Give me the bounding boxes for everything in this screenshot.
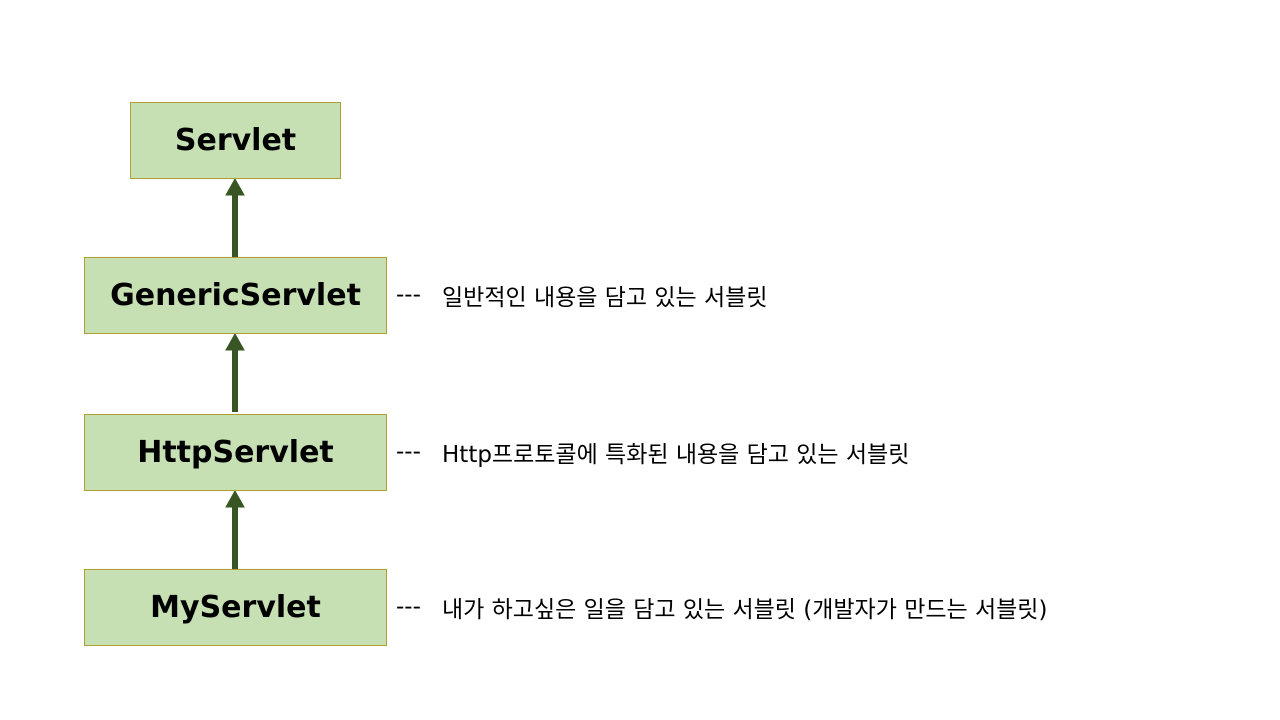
servlet-box: Servlet [130, 102, 341, 179]
generic-servlet-description: --- 일반적인 내용을 담고 있는 서블릿 [396, 280, 768, 311]
arrowhead-servlet [225, 177, 245, 196]
separator-dash: --- [396, 282, 421, 308]
servlet-label: Servlet [174, 123, 297, 158]
http-servlet-label: HttpServlet [137, 435, 334, 470]
http-servlet-box: HttpServlet [84, 414, 387, 491]
my-servlet-description-text: 내가 하고싶은 일을 담고 있는 서블릿 (개발자가 만드는 서블릿) [442, 597, 1048, 623]
my-servlet-box: MyServlet [84, 569, 387, 646]
separator-dash: --- [396, 439, 421, 465]
separator-dash: --- [396, 594, 421, 620]
generic-servlet-description-text: 일반적인 내용을 담고 있는 서블릿 [442, 285, 768, 311]
http-servlet-description: --- Http프로토콜에 특화된 내용을 담고 있는 서블릿 [396, 437, 910, 468]
my-servlet-description: --- 내가 하고싶은 일을 담고 있는 서블릿 (개발자가 만드는 서블릿) [396, 592, 1048, 623]
generic-servlet-box: GenericServlet [84, 257, 387, 334]
arrowhead-http [225, 489, 245, 508]
http-servlet-description-text: Http프로토콜에 특화된 내용을 담고 있는 서블릿 [442, 442, 910, 468]
my-servlet-label: MyServlet [150, 590, 321, 625]
arrowhead-generic [225, 332, 245, 351]
generic-servlet-label: GenericServlet [110, 278, 361, 313]
